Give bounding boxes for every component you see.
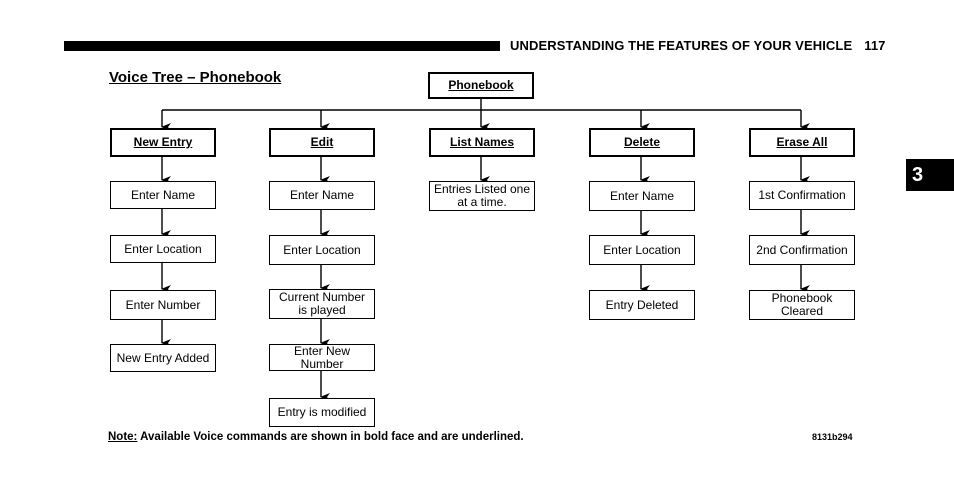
- step-node: Enter Location: [589, 235, 695, 265]
- step-node: Enter Name: [589, 181, 695, 211]
- note-text: Available Voice commands are shown in bo…: [137, 431, 524, 443]
- step-node: Enter New Number: [269, 344, 375, 371]
- note-label: Note:: [108, 431, 138, 443]
- step-node: New Entry Added: [110, 344, 216, 372]
- footnote: Note: Available Voice commands are shown…: [108, 431, 524, 443]
- step-node: Enter Location: [269, 235, 375, 265]
- command-node-delete: Delete: [589, 128, 695, 157]
- step-node: Current Number is played: [269, 289, 375, 319]
- step-node: Entry is modified: [269, 398, 375, 427]
- step-node: Enter Number: [110, 290, 216, 320]
- command-node-edit: Edit: [269, 128, 375, 157]
- step-node: Enter Name: [269, 181, 375, 210]
- step-node: Enter Location: [110, 235, 216, 263]
- step-node: 2nd Confirmation: [749, 235, 855, 265]
- step-node: Enter Name: [110, 181, 216, 209]
- root-node-phonebook: Phonebook: [428, 72, 534, 99]
- step-node: Entry Deleted: [589, 290, 695, 320]
- step-node: Entries Listed one at a time.: [429, 181, 535, 211]
- command-node-erase-all: Erase All: [749, 128, 855, 157]
- step-node: Phonebook Cleared: [749, 290, 855, 320]
- command-node-list-names: List Names: [429, 128, 535, 157]
- command-node-new-entry: New Entry: [110, 128, 216, 157]
- step-node: 1st Confirmation: [749, 181, 855, 210]
- figure-code: 8131b294: [812, 432, 853, 442]
